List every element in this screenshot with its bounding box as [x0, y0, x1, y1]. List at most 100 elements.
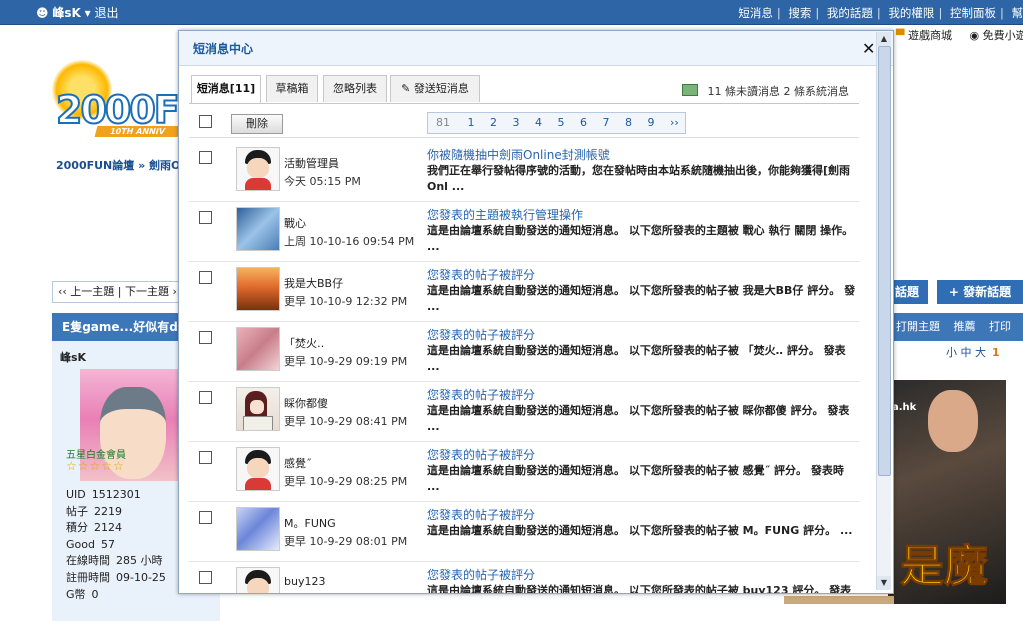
- message-time: 上周 10-10-16 09:54 PM: [284, 235, 415, 248]
- stat-row: 註冊時間 09-10-25: [66, 570, 166, 584]
- message-preview: 這是由論壇系統自動發送的通知短消息。 以下您所發表的帖子被 睬你都傻 評分。 發…: [427, 404, 850, 433]
- free-games-link[interactable]: 免費小遊: [983, 29, 1023, 42]
- open-topic-link[interactable]: 打開主題: [896, 320, 940, 333]
- record-icon: ◉: [969, 29, 980, 42]
- delete-button[interactable]: 刪除: [231, 114, 283, 134]
- next-page-link[interactable]: ››: [664, 113, 685, 133]
- sender-name[interactable]: 「焚火‥: [284, 335, 324, 351]
- sender-avatar[interactable]: [236, 327, 280, 371]
- print-link[interactable]: 打印: [989, 320, 1011, 333]
- message-checkbox[interactable]: [199, 511, 212, 524]
- new-post-button[interactable]: + 發新話題: [937, 280, 1023, 304]
- sender-avatar[interactable]: [236, 147, 280, 191]
- tab-send-message[interactable]: ✎ 發送短消息: [390, 75, 480, 102]
- page-total: 81: [436, 116, 450, 129]
- tab-ignore-list[interactable]: 忽略列表: [323, 75, 387, 102]
- page-link[interactable]: 2: [484, 113, 503, 133]
- link-help[interactable]: 幫: [1012, 6, 1023, 20]
- prev-next-topic[interactable]: ‹‹ 上一主題 | 下一主題 ››: [52, 281, 188, 303]
- sender-name[interactable]: 戰心: [284, 215, 306, 231]
- sender-name[interactable]: 活動管理員: [284, 155, 339, 171]
- message-row[interactable]: 「焚火‥ 更早 10-9-29 09:19 PM 您發表的帖子被評分 這是由論壇…: [189, 321, 859, 382]
- logout-link[interactable]: 退出: [94, 6, 118, 20]
- sender-name[interactable]: M。FUNG: [284, 515, 336, 531]
- message-checkbox[interactable]: [199, 331, 212, 344]
- close-icon[interactable]: ✕: [862, 39, 875, 58]
- sender-name[interactable]: 我是大BB仔: [284, 275, 343, 291]
- link-search[interactable]: 搜索: [788, 6, 811, 20]
- sender-name[interactable]: 感覺˝: [284, 455, 312, 471]
- link-messages[interactable]: 短消息: [738, 6, 773, 20]
- message-subject[interactable]: 您發表的帖子被評分: [427, 506, 535, 523]
- link-my-topics[interactable]: 我的話題: [827, 6, 873, 20]
- message-row[interactable]: 睬你都傻 更早 10-9-29 08:41 PM 您發表的帖子被評分 這是由論壇…: [189, 381, 859, 442]
- author-name[interactable]: 峰sK: [60, 349, 86, 365]
- page-link[interactable]: 3: [507, 113, 526, 133]
- message-checkbox[interactable]: [199, 271, 212, 284]
- message-row[interactable]: M。FUNG 更早 10-9-29 08:01 PM 您發表的帖子被評分 這是由…: [189, 501, 859, 562]
- message-row[interactable]: buy123 您發表的帖子被評分 這是由論壇系統自動發送的通知短消息。 以下您所…: [189, 561, 859, 593]
- message-row[interactable]: 活動管理員 今天 05:15 PM 你被隨機抽中劍雨Online封測帳號 我們正…: [189, 141, 859, 202]
- recommend-link[interactable]: 推薦: [954, 320, 976, 333]
- sender-avatar[interactable]: [236, 207, 280, 251]
- stat-row: 在線時間 285 小時: [66, 554, 163, 568]
- page-link[interactable]: 7: [597, 113, 616, 133]
- sender-avatar[interactable]: [236, 267, 280, 311]
- message-subject[interactable]: 您發表的帖子被評分: [427, 386, 535, 403]
- scroll-down-icon[interactable]: ▼: [877, 576, 891, 590]
- top-nav-bar: ☻ 峰sK ▾ 退出 短消息 | 搜索 | 我的話題 | 我的權限 | 控制面板 | 幫: [0, 0, 1023, 25]
- page-link[interactable]: 4: [529, 113, 548, 133]
- ad-domain: a.hk: [892, 402, 917, 413]
- scroll-up-icon[interactable]: ▲: [877, 32, 891, 46]
- rank-stars-icon: ☆☆☆☆☆: [66, 459, 125, 473]
- tab-inbox[interactable]: 短消息[11]: [191, 75, 261, 103]
- message-row[interactable]: 我是大BB仔 更早 10-10-9 12:32 PM 您發表的帖子被評分 這是由…: [189, 261, 859, 322]
- page-link[interactable]: 9: [642, 113, 661, 133]
- dialog-scrollbar[interactable]: ▲ ▼: [876, 32, 891, 590]
- font-size-switch[interactable]: 小 中 大1: [946, 344, 1000, 360]
- compose-icon: ✎: [401, 82, 414, 95]
- sender-avatar[interactable]: [236, 507, 280, 551]
- message-checkbox[interactable]: [199, 571, 212, 584]
- game-shop-link[interactable]: 遊戲商城: [908, 29, 952, 42]
- page-link[interactable]: 1: [462, 113, 481, 133]
- message-time: 更早 10-9-29 09:19 PM: [284, 355, 408, 368]
- scroll-thumb[interactable]: [878, 46, 891, 476]
- select-all-checkbox[interactable]: [199, 115, 212, 128]
- user-icon: ☻: [36, 6, 49, 20]
- page-link[interactable]: 6: [574, 113, 593, 133]
- ad-banner[interactable]: a.hk 是魔: [888, 380, 1006, 604]
- message-checkbox[interactable]: [199, 211, 212, 224]
- sender-avatar[interactable]: [236, 567, 280, 593]
- ad-strip: [784, 596, 894, 604]
- message-time: 更早 10-9-29 08:01 PM: [284, 535, 408, 548]
- message-row[interactable]: 感覺˝ 更早 10-9-29 08:25 PM 您發表的帖子被評分 這是由論壇系…: [189, 441, 859, 502]
- message-checkbox[interactable]: [199, 151, 212, 164]
- message-row[interactable]: 戰心 上周 10-10-16 09:54 PM 您發表的主題被執行管理操作 這是…: [189, 201, 859, 262]
- message-subject[interactable]: 您發表的帖子被評分: [427, 566, 535, 583]
- breadcrumb[interactable]: 2000FUN論壇 » 劍雨O: [56, 157, 180, 173]
- message-subject[interactable]: 您發表的帖子被評分: [427, 266, 535, 283]
- page-link[interactable]: 8: [619, 113, 638, 133]
- dropdown-icon[interactable]: ▾: [85, 6, 91, 20]
- message-subject[interactable]: 您發表的帖子被評分: [427, 326, 535, 343]
- message-subject[interactable]: 您發表的帖子被評分: [427, 446, 535, 463]
- link-control-panel[interactable]: 控制面板: [950, 6, 996, 20]
- stat-row: 帖子 2219: [66, 504, 122, 518]
- message-checkbox[interactable]: [199, 451, 212, 464]
- logo-anniversary: 10TH ANNIV: [94, 126, 181, 137]
- tab-drafts[interactable]: 草稿箱: [266, 75, 318, 102]
- page-link[interactable]: 5: [552, 113, 571, 133]
- link-my-permissions[interactable]: 我的權限: [888, 6, 934, 20]
- sender-avatar[interactable]: [236, 447, 280, 491]
- message-subject[interactable]: 你被隨機抽中劍雨Online封測帳號: [427, 146, 610, 163]
- sender-name[interactable]: 睬你都傻: [284, 395, 328, 411]
- shop-icon: ▀: [896, 29, 905, 42]
- site-logo[interactable]: 2000F 10TH ANNIV: [52, 60, 181, 140]
- sender-name[interactable]: buy123: [284, 575, 325, 588]
- sender-avatar[interactable]: [236, 387, 280, 431]
- message-checkbox[interactable]: [199, 391, 212, 404]
- username-link[interactable]: 峰sK: [52, 6, 80, 20]
- thread-tools: 打開主題 推薦 打印: [886, 313, 1023, 341]
- message-subject[interactable]: 您發表的主題被執行管理操作: [427, 206, 583, 223]
